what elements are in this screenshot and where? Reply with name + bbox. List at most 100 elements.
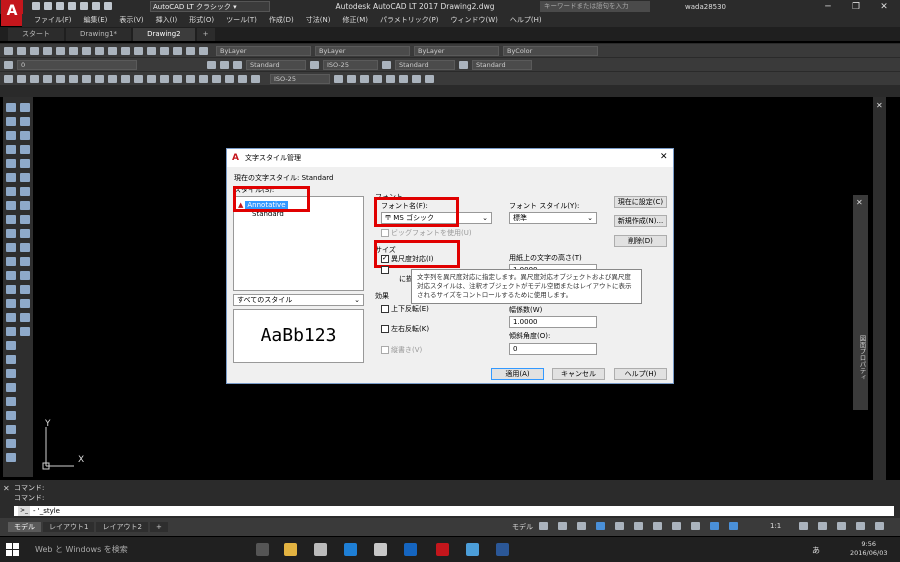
bigfont-checkbox[interactable] xyxy=(381,229,389,237)
fillet-icon[interactable] xyxy=(20,313,30,322)
preview-icon[interactable] xyxy=(56,46,65,55)
linear-dim-icon[interactable] xyxy=(4,74,13,83)
apply-button[interactable]: 適用(A) xyxy=(491,368,544,380)
arc-icon[interactable] xyxy=(6,159,16,168)
search-input[interactable]: キーワードまたは語句を入力 xyxy=(540,1,650,12)
match-orientation-checkbox[interactable] xyxy=(381,266,389,274)
menu-insert[interactable]: 挿入(I) xyxy=(156,14,178,27)
dim-style-icon[interactable] xyxy=(310,60,319,69)
customize-icon[interactable] xyxy=(875,522,884,530)
snap-icon[interactable] xyxy=(399,74,408,83)
baseline-icon[interactable] xyxy=(121,74,130,83)
workspace-select[interactable]: AutoCAD LT クラシック ▾ xyxy=(150,1,270,12)
arc-length-icon[interactable] xyxy=(30,74,39,83)
layer-combo[interactable]: 0 xyxy=(17,59,137,70)
close-icon[interactable]: ✕ xyxy=(876,101,883,110)
menu-tools[interactable]: ツール(T) xyxy=(226,14,257,27)
app-logo[interactable]: A xyxy=(1,0,23,26)
offset-icon[interactable] xyxy=(20,159,30,168)
quick-dim-icon[interactable] xyxy=(108,74,117,83)
design-center-icon[interactable] xyxy=(186,46,195,55)
grid-toggle-icon[interactable] xyxy=(539,522,548,530)
chamfer-icon[interactable] xyxy=(20,299,30,308)
tab-start[interactable]: スタート xyxy=(8,28,64,41)
isolate-icon[interactable] xyxy=(837,522,846,530)
menu-window[interactable]: ウィンドウ(W) xyxy=(450,14,497,27)
style-filter-select[interactable]: すべてのスタイル ⌄ xyxy=(233,294,364,306)
user-name[interactable]: wada28530 xyxy=(685,1,726,13)
text-icon[interactable] xyxy=(6,327,16,336)
polyline-icon[interactable] xyxy=(6,117,16,126)
help-icon[interactable] xyxy=(199,46,208,55)
set-current-button[interactable]: 現在に設定(C) xyxy=(614,196,667,208)
menu-parametric[interactable]: パラメトリック(P) xyxy=(380,14,438,27)
model-space-button[interactable]: モデル xyxy=(512,522,533,532)
explorer-icon[interactable] xyxy=(284,543,297,556)
ellipse-icon[interactable] xyxy=(6,215,16,224)
redo-icon[interactable] xyxy=(104,2,112,10)
windows-start-icon[interactable] xyxy=(6,543,20,556)
clock[interactable]: 9:56 2016/06/03 xyxy=(850,540,887,558)
inspection-icon[interactable] xyxy=(199,74,208,83)
linetype-combo[interactable]: ByLayer xyxy=(315,45,410,56)
polygon-icon[interactable] xyxy=(6,131,16,140)
tab-layout1[interactable]: レイアウト1 xyxy=(43,522,95,532)
stretch-icon[interactable] xyxy=(20,229,30,238)
color-combo[interactable]: ByColor xyxy=(503,45,598,56)
snap-toggle-icon[interactable] xyxy=(558,522,567,530)
tolerance-icon[interactable] xyxy=(173,74,182,83)
gear-icon[interactable] xyxy=(799,522,808,530)
add-icon[interactable] xyxy=(818,522,827,530)
open-icon[interactable] xyxy=(44,2,52,10)
media-icon[interactable] xyxy=(374,543,387,556)
oblique-input[interactable]: 0 xyxy=(509,343,597,355)
lineweight-toggle-icon[interactable] xyxy=(672,522,681,530)
close-button[interactable]: ✕ xyxy=(870,0,898,14)
angular-icon[interactable] xyxy=(95,74,104,83)
match-properties-icon[interactable] xyxy=(108,46,117,55)
osnap-toggle-icon[interactable] xyxy=(653,522,662,530)
taskbar-search[interactable]: Web と Windows を検索 xyxy=(35,537,128,562)
array-icon[interactable] xyxy=(20,173,30,182)
osnap-icon[interactable] xyxy=(360,74,369,83)
continue-icon[interactable] xyxy=(134,74,143,83)
break-icon[interactable] xyxy=(20,271,30,280)
jogged-linear-icon[interactable] xyxy=(212,74,221,83)
move-icon[interactable] xyxy=(20,187,30,196)
extend-icon[interactable] xyxy=(20,257,30,266)
tab-add-layout[interactable]: + xyxy=(149,522,168,532)
join-icon[interactable] xyxy=(20,285,30,294)
menu-view[interactable]: 表示(V) xyxy=(119,14,143,27)
print-icon[interactable] xyxy=(43,46,52,55)
find-icon[interactable] xyxy=(6,369,16,378)
new-icon[interactable] xyxy=(4,46,13,55)
new-icon[interactable] xyxy=(32,2,40,10)
maximize-button[interactable]: ❐ xyxy=(842,0,870,14)
saveas-icon[interactable] xyxy=(68,2,76,10)
redo-icon[interactable] xyxy=(134,46,143,55)
spline-icon[interactable] xyxy=(6,201,16,210)
pan-icon[interactable] xyxy=(147,46,156,55)
save-icon[interactable] xyxy=(30,46,39,55)
cancel-button[interactable]: キャンセル xyxy=(552,368,605,380)
justify-icon[interactable] xyxy=(6,411,16,420)
task-view-icon[interactable] xyxy=(256,543,269,556)
rotate-icon[interactable] xyxy=(20,201,30,210)
lineweight-combo[interactable]: ByLayer xyxy=(414,45,499,56)
point-icon[interactable] xyxy=(6,243,16,252)
ortho-icon[interactable] xyxy=(412,74,421,83)
dim-space-icon[interactable] xyxy=(147,74,156,83)
layer-color-combo[interactable]: ByLayer xyxy=(216,45,311,56)
annotation-visibility-icon[interactable] xyxy=(710,522,719,530)
jogged-icon[interactable] xyxy=(69,74,78,83)
dim-combo[interactable]: ISO-25 xyxy=(270,73,330,84)
text-scale-icon[interactable] xyxy=(6,397,16,406)
polar-icon[interactable] xyxy=(373,74,382,83)
mtext-icon[interactable] xyxy=(6,313,16,322)
spell-icon[interactable] xyxy=(6,383,16,392)
ortho-toggle-icon[interactable] xyxy=(577,522,586,530)
dim-update-icon[interactable] xyxy=(251,74,260,83)
undo-icon[interactable] xyxy=(92,2,100,10)
menu-format[interactable]: 形式(O) xyxy=(189,14,214,27)
dialog-close-button[interactable]: ✕ xyxy=(660,153,668,162)
